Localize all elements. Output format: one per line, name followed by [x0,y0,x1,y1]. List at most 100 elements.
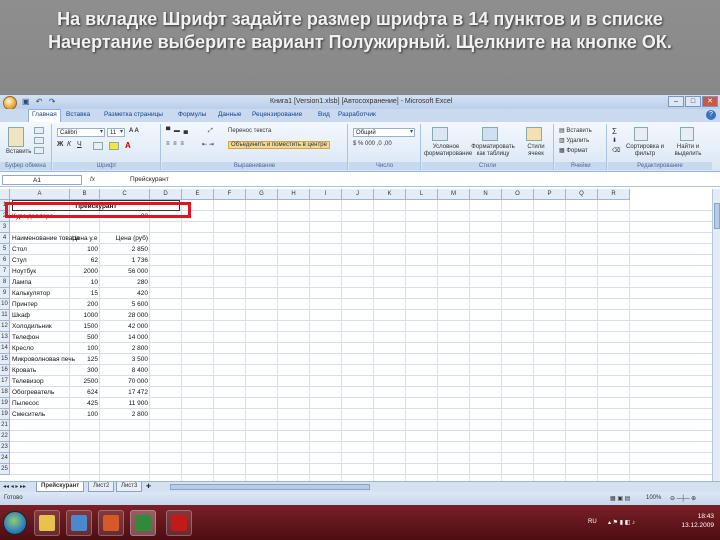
tray-icons[interactable]: ▴ ⚑ ▮ ◧ ♪ [608,519,635,526]
column-header-b[interactable]: B [70,189,100,200]
row-header[interactable]: 14 [0,343,10,354]
merge-center-button[interactable]: Объединить и поместить в центре [228,141,330,149]
cell-a5[interactable]: Стол [12,244,68,255]
cell-b7[interactable]: 2000 [72,266,98,277]
borders-icon[interactable] [93,142,103,150]
column-header-l[interactable]: L [406,189,438,200]
language-indicator[interactable]: RU [588,519,597,525]
office-button[interactable] [3,96,17,110]
taskbar-folder-icon[interactable] [34,510,60,536]
insert-sheet-icon[interactable]: ✚ [146,483,151,490]
taskbar-excel-icon[interactable] [130,510,156,536]
cell-a13[interactable]: Телефон [12,332,68,343]
tab-data[interactable]: Данные [218,111,241,118]
cell-c23[interactable] [102,442,148,453]
row-header[interactable]: 25 [0,464,10,475]
cell-c22[interactable] [102,431,148,442]
row-header[interactable]: 7 [0,266,10,277]
cell-b10[interactable]: 200 [72,299,98,310]
row-header[interactable]: 17 [0,376,10,387]
autosum-icon[interactable]: Σ [612,127,617,136]
cell-b18[interactable]: 624 [72,387,98,398]
paste-icon[interactable] [8,127,24,147]
cell-b22[interactable] [72,431,98,442]
vertical-scroll-thumb[interactable] [714,203,720,229]
cell-a3[interactable] [12,222,68,233]
minimize-button[interactable]: – [668,96,684,107]
formula-input[interactable]: Прейскурант [128,175,713,185]
cell-a21[interactable] [12,420,68,431]
column-header-f[interactable]: F [214,189,246,200]
column-header-e[interactable]: E [182,189,214,200]
vertical-scrollbar[interactable] [712,189,720,481]
row-header[interactable]: 12 [0,321,10,332]
cell-a9[interactable]: Калькулятор [12,288,68,299]
cell-c9[interactable]: 420 [102,288,148,299]
cell-a8[interactable]: Лампа [12,277,68,288]
cell-a22[interactable] [12,431,68,442]
tab-developer[interactable]: Разработчик [338,111,376,118]
paste-button[interactable]: Вставить [6,149,31,155]
underline-icon[interactable]: Ч [77,141,82,148]
cell-c17[interactable]: 70 000 [102,376,148,387]
sheet-tab-2[interactable]: Лист2 [88,482,115,492]
column-header-h[interactable]: H [278,189,310,200]
align-horizontal-icons[interactable]: ≡ ≡ ≡ [166,141,185,147]
cell-c24[interactable] [102,453,148,464]
cell-b3[interactable] [72,222,98,233]
row-header[interactable]: 5 [0,244,10,255]
horizontal-scroll-thumb[interactable] [170,484,370,490]
cell-a19[interactable]: Пылесос [12,398,68,409]
sheet-nav-icons[interactable]: ◂◂ ◂ ▸ ▸▸ [3,483,26,490]
number-format-icons[interactable]: $ % 000 ,0 ,00 [353,141,392,147]
cell-c10[interactable]: 5 600 [102,299,148,310]
cell-c2[interactable]: 28 [102,211,148,222]
fill-icon[interactable]: ⬇ [612,137,617,144]
grow-font-icon[interactable]: A A [129,128,139,134]
cell-a1[interactable]: Прейскурант [12,200,180,211]
row-header[interactable]: 18 [0,387,10,398]
font-name-combo[interactable]: Calibri [57,128,105,137]
column-header-d[interactable]: D [150,189,182,200]
cell-b15[interactable]: 125 [72,354,98,365]
row-header[interactable]: 22 [0,431,10,442]
cell-a14[interactable]: Кресло [12,343,68,354]
cell-a7[interactable]: Ноутбук [12,266,68,277]
conditional-format-button[interactable]: Условное форматирование [424,144,472,158]
number-format-combo[interactable]: Общий [353,128,415,137]
row-header[interactable]: 21 [0,420,10,431]
cell-c21[interactable] [102,420,148,431]
cell-c18[interactable]: 17 472 [102,387,148,398]
view-buttons[interactable]: ▦ ▣ ▤ [610,495,630,502]
cell-b16[interactable]: 300 [72,365,98,376]
row-header[interactable]: 6 [0,255,10,266]
select-all-corner[interactable] [0,189,10,200]
column-header-n[interactable]: N [470,189,502,200]
column-header-c[interactable]: C [100,189,150,200]
cell-b6[interactable]: 62 [72,255,98,266]
font-size-combo[interactable]: 11 [107,128,125,137]
cell-c11[interactable]: 28 000 [102,310,148,321]
cell-c13[interactable]: 14 000 [102,332,148,343]
wrap-text-button[interactable]: Перенос текста [228,128,271,134]
cell-c8[interactable]: 280 [102,277,148,288]
clock[interactable]: 18:43 13.12.2009 [681,512,714,530]
format-cells-button[interactable]: ▦ Формат [559,147,588,154]
spreadsheet-grid[interactable]: A B C D E F G H I J K L M N O P Q R 1 Прейскурант 2 Курс долл… [0,189,712,481]
column-header-m[interactable]: M [438,189,470,200]
taskbar-pdf-icon[interactable] [166,510,192,536]
row-header[interactable]: 4 [0,233,10,244]
cut-icon[interactable] [34,127,44,134]
cell-b23[interactable] [72,442,98,453]
cell-a16[interactable]: Кровать [12,365,68,376]
row-header[interactable]: 10 [0,299,10,310]
row-header[interactable]: 1 [0,200,10,211]
sort-filter-button[interactable]: Сортировка и фильтр [624,144,666,158]
fx-icon[interactable]: fx [90,176,95,183]
indent-icons[interactable]: ⇤ ⇥ [202,141,214,148]
maximize-button[interactable]: □ [685,96,701,107]
sheet-tab-1[interactable]: Прейскурант [36,482,85,492]
cell-b25[interactable] [72,464,98,475]
help-icon[interactable]: ? [706,110,716,120]
tab-page-layout[interactable]: Разметка страницы [104,111,163,118]
